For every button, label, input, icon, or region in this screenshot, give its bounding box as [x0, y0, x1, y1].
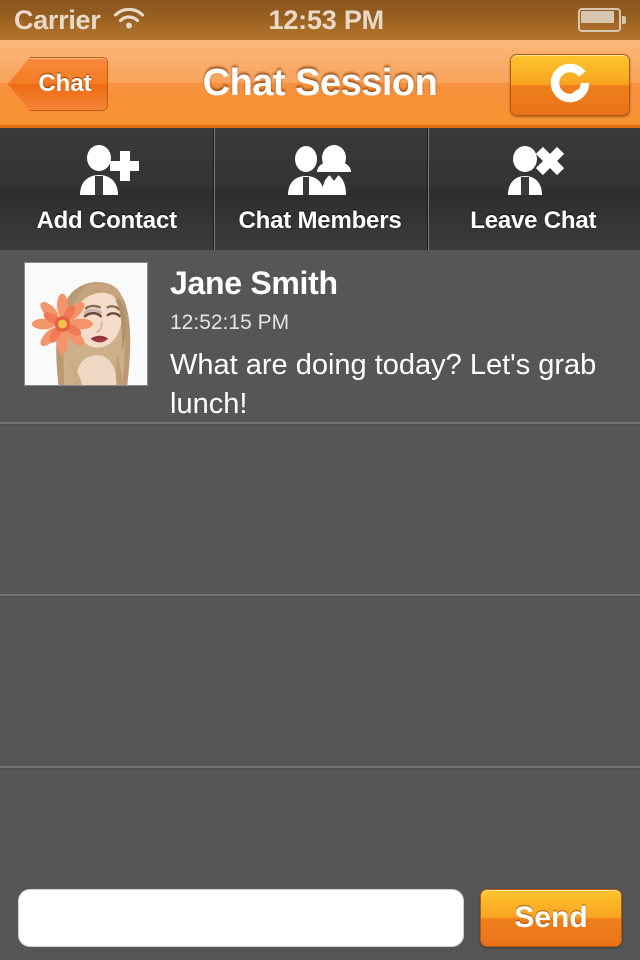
carrier-label: Carrier — [14, 4, 101, 35]
refresh-icon — [544, 57, 596, 114]
message-input-bar: Send — [0, 876, 640, 960]
table-row[interactable]: Jane Smith 12:52:15 PM What are doing to… — [0, 250, 640, 424]
status-bar-right — [506, 8, 626, 32]
chat-timestamp: 12:52:15 PM — [170, 311, 290, 334]
toolbar-label-leave-chat: Leave Chat — [470, 207, 597, 234]
wifi-icon — [112, 8, 146, 32]
clock-label: 12:53 PM — [268, 4, 385, 35]
status-bar-left: Carrier — [14, 5, 146, 36]
toolbar-label-add-contact: Add Contact — [36, 207, 177, 234]
chat-message-list[interactable]: Jane Smith 12:52:15 PM What are doing to… — [0, 250, 640, 940]
send-button[interactable]: Send — [480, 889, 622, 947]
navigation-bar: Chat Chat Session — [0, 40, 640, 128]
refresh-button[interactable] — [510, 54, 630, 116]
chat-message-text: What are doing today? Let's grab lunch! — [170, 349, 597, 420]
toolbar-label-chat-members: Chat Members — [238, 207, 402, 234]
status-bar: Carrier 12:53 PM — [0, 0, 640, 40]
chat-message-content: Jane Smith 12:52:15 PM What are doing to… — [148, 262, 624, 422]
action-toolbar: Add Contact Chat Members Leave Chat — [0, 128, 640, 250]
toolbar-item-add-contact[interactable]: Add Contact — [0, 128, 213, 250]
status-bar-center: 12:53 PM — [146, 5, 506, 36]
send-button-label: Send — [514, 901, 588, 934]
toolbar-item-leave-chat[interactable]: Leave Chat — [426, 128, 640, 250]
toolbar-item-chat-members[interactable]: Chat Members — [213, 128, 426, 250]
chat-sender-name: Jane Smith — [170, 265, 338, 301]
battery-icon — [578, 8, 626, 32]
message-input[interactable] — [18, 889, 464, 947]
person-remove-icon — [501, 143, 565, 201]
table-row[interactable] — [0, 596, 640, 768]
chat-session-screen: Carrier 12:53 PM Chat Chat Session Add C… — [0, 0, 640, 960]
person-add-icon — [75, 143, 139, 201]
table-row[interactable] — [0, 424, 640, 596]
people-group-icon — [284, 143, 356, 201]
avatar — [24, 262, 148, 386]
